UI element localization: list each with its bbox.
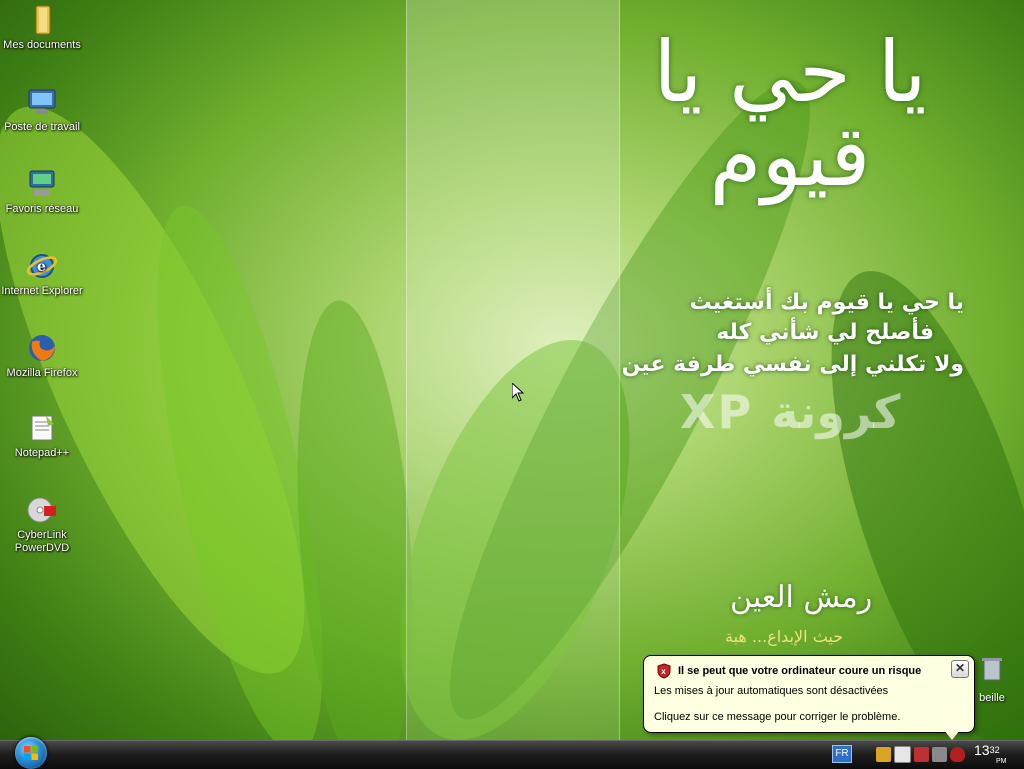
desktop-icon-label: Internet Explorer [1, 285, 83, 297]
wallpaper-signature: رمش العين [730, 580, 873, 615]
desktop-icon-powerdvd[interactable]: CyberLink PowerDVD [0, 494, 84, 555]
clock-hour: 13 [974, 742, 990, 758]
notepad-icon [31, 415, 54, 441]
verse-line: ولا تكلني إلى نفسي طرفة عين [621, 352, 964, 377]
calligraphy-title: يا حي يا قيوم [653, 23, 927, 205]
internet-explorer-icon: e [26, 254, 58, 278]
balloon-message: Les mises à jour automatiques sont désac… [654, 685, 889, 697]
clock-minute: 32 [989, 745, 1000, 755]
balloon-action-text[interactable]: Cliquez sur ce message pour corriger le … [654, 711, 900, 723]
balloon-title: Il se peut que votre ordinateur coure un… [678, 665, 922, 677]
computer-icon [28, 89, 56, 114]
mouse-cursor-icon [512, 383, 524, 402]
balloon-close-button[interactable]: ✕ [951, 660, 969, 678]
tray-shield-icon[interactable] [876, 746, 891, 762]
start-button[interactable] [14, 737, 48, 769]
firefox-icon [29, 335, 55, 361]
desktop-icon-label: Notepad++ [14, 447, 70, 459]
desktop-icon-internet-explorer[interactable]: e Internet Explorer [0, 250, 84, 298]
svg-text:e: e [37, 259, 46, 275]
system-tray [876, 744, 965, 764]
language-indicator[interactable]: FR [832, 745, 852, 763]
verse-line: فأصلح لي شأني كله [716, 320, 934, 345]
folder-icon [35, 5, 51, 35]
taskbar-clock[interactable]: 1332 PM [974, 742, 1007, 765]
svg-text:x: x [661, 667, 666, 676]
balloon-tail [944, 730, 960, 740]
clock-ampm: PM [996, 758, 1007, 765]
desktop-icon-label: Favoris réseau [5, 203, 79, 215]
tray-antivirus-icon[interactable] [914, 746, 929, 762]
desktop-icon-label: Poste de travail [4, 121, 80, 133]
security-alert-balloon[interactable]: x Il se peut que votre ordinateur coure … [643, 655, 975, 740]
desktop-icon-notepadpp[interactable]: Notepad++ [0, 412, 84, 460]
tray-document-icon[interactable] [894, 745, 911, 763]
tray-security-alert-icon[interactable] [950, 746, 965, 762]
wallpaper-brand: XP كرونة [680, 385, 901, 439]
wallpaper-tagline: حيث الإبداع... هبة [725, 627, 844, 646]
powerdvd-icon [27, 497, 56, 523]
windows-logo-icon [24, 746, 38, 760]
desktop-wallpaper: يا حي يا قيوم يا حي يا قيوم بك أستغيث فأ… [0, 0, 1024, 740]
desktop-icon-label: CyberLink PowerDVD [14, 529, 70, 554]
desktop-icon-my-computer[interactable]: Poste de travail [0, 86, 84, 134]
desktop-icon-network-places[interactable]: Favoris réseau [0, 168, 84, 216]
desktop-icon-label: beille [979, 692, 1005, 704]
light-panel [406, 0, 620, 740]
taskbar [0, 740, 1024, 769]
desktop-icon-label: Mes documents [3, 39, 81, 51]
recycle-bin-icon [982, 658, 1002, 681]
tray-network-icon[interactable] [932, 746, 947, 762]
start-orb [15, 737, 47, 769]
security-shield-icon: x [657, 663, 671, 679]
verse-line: يا حي يا قيوم بك أستغيث [689, 290, 964, 315]
desktop-icon-label: Mozilla Firefox [6, 367, 78, 379]
desktop-icon-firefox[interactable]: Mozilla Firefox [0, 332, 84, 380]
desktop-icon-my-documents[interactable]: Mes documents [0, 4, 84, 52]
network-icon [29, 170, 55, 196]
